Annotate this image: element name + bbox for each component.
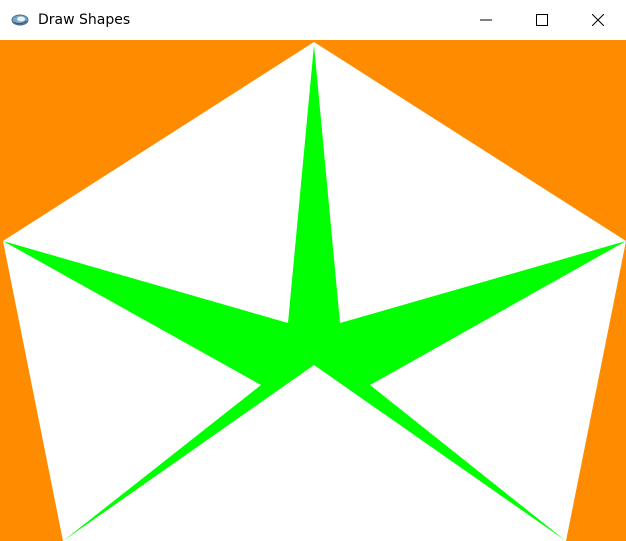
window-title: Draw Shapes (38, 12, 131, 28)
maximize-icon (536, 14, 548, 26)
maximize-button[interactable] (514, 0, 570, 40)
app-window: Draw Shapes (0, 0, 626, 541)
title-bar[interactable]: Draw Shapes (0, 0, 626, 40)
app-window-icon[interactable] (10, 12, 30, 28)
minimize-button[interactable] (458, 0, 514, 40)
close-icon (592, 14, 604, 26)
close-button[interactable] (570, 0, 626, 40)
minimize-icon (480, 19, 492, 21)
drawing-canvas (0, 40, 626, 541)
